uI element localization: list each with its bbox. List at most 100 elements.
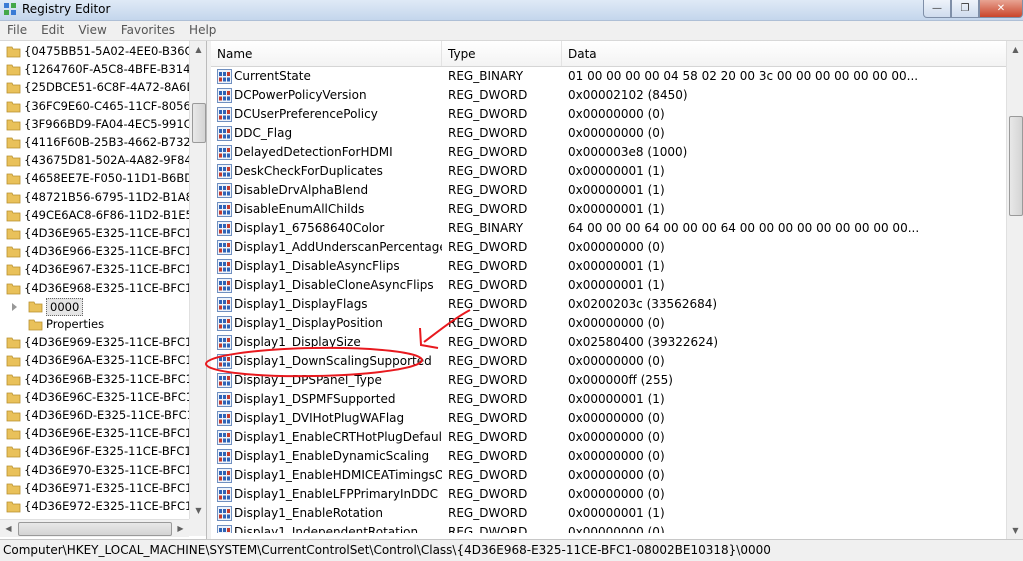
tree-item-label: Properties	[46, 317, 105, 331]
binary-value-icon	[217, 107, 232, 122]
tree-vertical-scrollbar[interactable]: ▲ ▼	[189, 41, 206, 519]
list-row[interactable]: Display1_DisableAsyncFlips REG_DWORD 0x000…	[211, 257, 1006, 276]
list-scroll-up-arrow-icon[interactable]: ▲	[1007, 41, 1023, 58]
list-row[interactable]: DCUserPreferencePolicy REG_DWORD 0x0000000…	[211, 105, 1006, 124]
value-data: 0x00000001 (1)	[568, 278, 665, 292]
list-row[interactable]: Display1_EnableLFPPrimaryInDDC REG_DWORD 0…	[211, 485, 1006, 504]
folder-icon	[6, 465, 21, 476]
folder-icon	[6, 283, 21, 294]
folder-icon	[6, 192, 21, 203]
value-name: Display1_EnableHDMICEATimingsOnly	[234, 468, 442, 482]
value-type: REG_DWORD	[448, 354, 528, 368]
expand-arrow-icon[interactable]	[12, 302, 17, 311]
list-row[interactable]: DelayedDetectionForHDMI REG_DWORD 0x000003…	[211, 143, 1006, 162]
value-data: 0x00000000 (0)	[568, 107, 665, 121]
close-button[interactable]: ✕	[979, 0, 1023, 18]
value-data: 0x00000000 (0)	[568, 487, 665, 501]
tree-item-label: {43675D81-502A-4A82-9F84-B7	[24, 153, 189, 168]
binary-value-icon	[217, 297, 232, 312]
list-row[interactable]: CurrentState REG_BINARY 01 00 00 00 00 04 …	[211, 67, 1006, 86]
list-row[interactable]: Display1_DisplaySize REG_DWORD 0x02580400 …	[211, 333, 1006, 352]
menu-edit[interactable]: Edit	[34, 21, 71, 40]
list-row[interactable]: Display1_DVIHotPlugWAFlag REG_DWORD 0x0000…	[211, 409, 1006, 428]
menu-favorites[interactable]: Favorites	[114, 21, 182, 40]
window-title: Registry Editor	[22, 2, 111, 16]
tree-item-label: 0000	[46, 297, 84, 316]
list-row[interactable]: Display1_DSPMFSupported REG_DWORD 0x000000…	[211, 390, 1006, 409]
list-row[interactable]: DCPowerPolicyVersion REG_DWORD 0x00002102 …	[211, 86, 1006, 105]
values-list-pane[interactable]: Name Type Data CurrentState REG_BINARY 01 …	[211, 41, 1023, 539]
value-data: 0x000003e8 (1000)	[568, 145, 688, 159]
minimize-button[interactable]: —	[923, 0, 951, 18]
binary-value-icon	[217, 221, 232, 236]
value-type: REG_BINARY	[448, 69, 524, 83]
list-scroll-down-arrow-icon[interactable]: ▼	[1007, 522, 1023, 539]
column-header-type[interactable]: Type	[442, 41, 562, 66]
list-row[interactable]: DisableDrvAlphaBlend REG_DWORD 0x00000001 …	[211, 181, 1006, 200]
value-type: REG_DWORD	[448, 202, 528, 216]
value-type: REG_DWORD	[448, 88, 528, 102]
value-name: Display1_DSPMFSupported	[234, 392, 396, 406]
list-row[interactable]: Display1_EnableCRTHotPlugDefaultV... REG_…	[211, 428, 1006, 447]
list-row[interactable]: Display1_EnableRotation REG_DWORD 0x000000…	[211, 504, 1006, 523]
menu-view[interactable]: View	[71, 21, 113, 40]
list-row[interactable]: Display1_DisplayPosition REG_DWORD 0x00000…	[211, 314, 1006, 333]
list-row[interactable]: DeskCheckForDuplicates REG_DWORD 0x0000000…	[211, 162, 1006, 181]
tree-horizontal-scrollbar[interactable]: ◀ ▶	[0, 519, 189, 537]
status-path: Computer\HKEY_LOCAL_MACHINE\SYSTEM\Curre…	[3, 543, 771, 557]
scroll-right-arrow-icon[interactable]: ▶	[172, 520, 189, 537]
value-type: REG_DWORD	[448, 449, 528, 463]
value-type: REG_DWORD	[448, 468, 528, 482]
tree-item-label: {4D36E971-E325-11CE-BFC1-08	[24, 480, 189, 495]
tree-scroll-thumb[interactable]	[192, 103, 206, 143]
list-row[interactable]: Display1_AddUnderscanPercentageH... REG_D…	[211, 238, 1006, 257]
folder-icon	[6, 501, 21, 513]
scroll-left-arrow-icon[interactable]: ◀	[0, 520, 17, 537]
value-type: REG_DWORD	[448, 392, 528, 406]
value-type: REG_DWORD	[448, 506, 528, 520]
value-name: DelayedDetectionForHDMI	[234, 145, 393, 159]
binary-value-icon	[217, 392, 232, 407]
list-row[interactable]: DDC_Flag REG_DWORD 0x00000000 (0)	[211, 124, 1006, 143]
value-type: REG_DWORD	[448, 240, 528, 254]
folder-icon	[6, 337, 21, 349]
value-data: 0x02580400 (39322624)	[568, 335, 719, 349]
value-name: DeskCheckForDuplicates	[234, 164, 383, 178]
column-header-data[interactable]: Data	[562, 41, 1006, 66]
close-icon: ✕	[996, 3, 1006, 14]
list-row[interactable]: Display1_IndependentRotation REG_DWORD 0x0…	[211, 523, 1006, 533]
list-scroll-thumb[interactable]	[1009, 116, 1023, 216]
list-vertical-scrollbar[interactable]: ▲ ▼	[1006, 41, 1023, 539]
list-row[interactable]: Display1_DisableCloneAsyncFlips REG_DWORD…	[211, 276, 1006, 295]
tree-hscroll-thumb[interactable]	[18, 522, 172, 536]
value-data: 0x00000001 (1)	[568, 506, 665, 520]
value-name: Display1_IndependentRotation	[234, 525, 419, 533]
value-type: REG_DWORD	[448, 183, 528, 197]
value-name: Display1_EnableDynamicScaling	[234, 449, 430, 463]
list-row[interactable]: DisableEnumAllChilds REG_DWORD 0x00000001 …	[211, 200, 1006, 219]
tree-item-label: {4D36E96F-E325-11CE-BFC1-08	[24, 444, 189, 459]
value-name: DCUserPreferencePolicy	[234, 107, 378, 121]
binary-value-icon	[217, 240, 232, 255]
value-data: 0x00000001 (1)	[568, 392, 665, 406]
value-data: 0x00002102 (8450)	[568, 88, 688, 102]
menu-file[interactable]: File	[0, 21, 34, 40]
tree-item-label: {49CE6AC8-6F86-11D2-B1E5-00	[24, 207, 189, 222]
menu-help[interactable]: Help	[182, 21, 223, 40]
list-row[interactable]: Display1_EnableHDMICEATimingsOnly REG_DWO…	[211, 466, 1006, 485]
list-row[interactable]: Display1_EnableDynamicScaling REG_DWORD 0x…	[211, 447, 1006, 466]
value-data: 64 00 00 00 64 00 00 00 64 00 00 00 00 0…	[568, 221, 920, 235]
list-row[interactable]: Display1_DownScalingSupported REG_DWORD 0x…	[211, 352, 1006, 371]
restore-button[interactable]: ❐	[951, 0, 979, 18]
list-row[interactable]: Display1_DPSPanel_Type REG_DWORD 0x000000f…	[211, 371, 1006, 390]
tree-item-label: {4D36E968-E325-11CE-BFC1-08	[24, 280, 189, 295]
column-header-name[interactable]: Name	[211, 41, 442, 66]
value-name: Display1_DVIHotPlugWAFlag	[234, 411, 405, 425]
binary-value-icon	[217, 525, 232, 533]
list-row[interactable]: Display1_67568640Color REG_BINARY 64 00 00…	[211, 219, 1006, 238]
scroll-up-arrow-icon[interactable]: ▲	[190, 41, 206, 58]
binary-value-icon	[217, 69, 232, 84]
key-tree-pane[interactable]: {0475BB51-5A02-4EE0-B36C-29 {1264760F-A5C…	[0, 41, 207, 539]
scroll-down-arrow-icon[interactable]: ▼	[190, 502, 206, 519]
list-row[interactable]: Display1_DisplayFlags REG_DWORD 0x0200203c…	[211, 295, 1006, 314]
